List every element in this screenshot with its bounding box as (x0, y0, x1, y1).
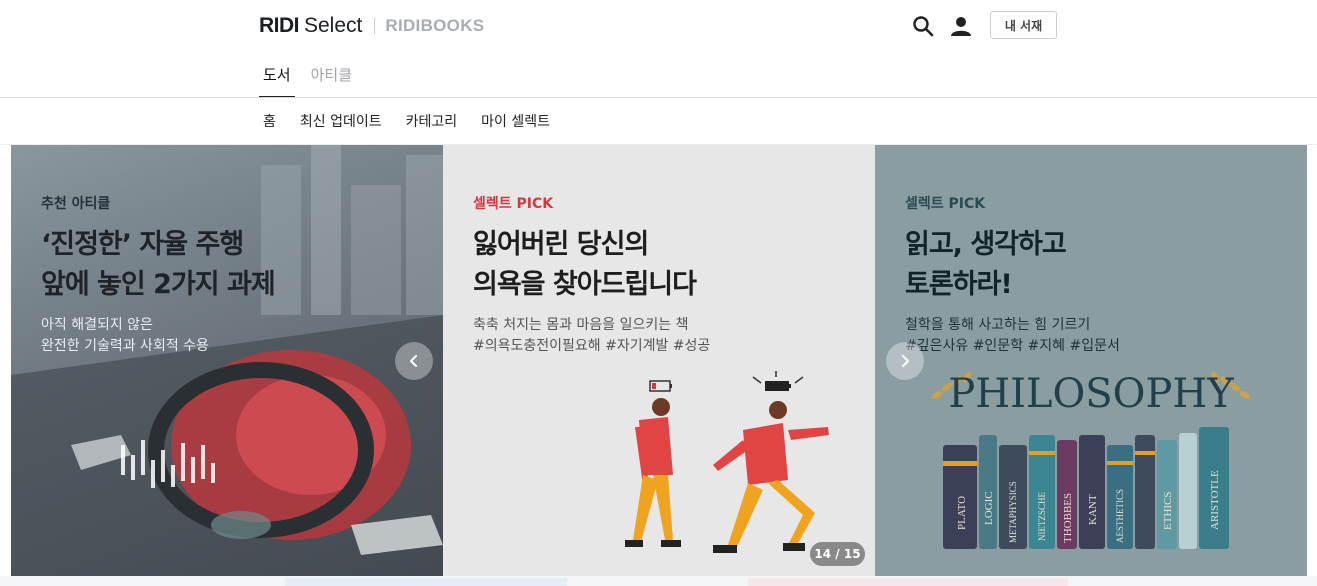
logo-ridi-text: RIDI (259, 14, 300, 37)
slide-eyebrow: 셀렉트 PICK (905, 196, 986, 212)
book-spines (943, 427, 1229, 549)
headline-line-2: 토론하라! (905, 269, 1013, 300)
slide-headline: ‘진정한’ 자율 주행 앞에 놓인 2가지 과제 (41, 225, 276, 305)
headline-line-1: ‘진정한’ 자율 주행 (41, 229, 244, 260)
top-bar: RIDI Select RIDIBOOKS 내 서재 (0, 0, 1317, 52)
carousel-slide-philosophy-pick[interactable]: PHILOSOPHY PLATO LOGIC METAPHYSICS NIETZ… (875, 145, 1307, 576)
tab-articles[interactable]: 아티클 (307, 52, 356, 98)
slide-eyebrow: 추천 아티클 (41, 196, 111, 212)
spine-thobbes: THOBBES (1062, 493, 1074, 543)
carousel-slide-motivation-pick[interactable]: 셀렉트 PICK 잃어버린 당신의 의욕을 찾아드립니다 축축 처지는 몸과 마… (443, 145, 875, 576)
slide-eyebrow: 셀렉트 PICK (473, 196, 554, 212)
slide-headline: 읽고, 생각하고 토론하라! (905, 225, 1067, 305)
headline-line-1: 읽고, 생각하고 (905, 229, 1067, 260)
sub-navigation: 홈 최신 업데이트 카테고리 마이 셀렉트 (263, 98, 574, 144)
chevron-right-icon (902, 355, 909, 367)
desc-line-1: 철학을 통해 사고하는 힘 기르기 (905, 317, 1091, 333)
slide-description: 축축 처지는 몸과 마음을 일으키는 책 #의욕도충전이필요해 #자기계발 #성… (473, 315, 710, 357)
ridibooks-link[interactable]: RIDIBOOKS (385, 16, 484, 36)
spine-kant: KANT (1087, 494, 1099, 525)
philosophy-art-title: PHILOSOPHY (948, 371, 1234, 417)
tab-books[interactable]: 도서 (259, 52, 295, 98)
subnav-categories[interactable]: 카테고리 (406, 111, 458, 131)
headline-line-2: 앞에 놓인 2가지 과제 (41, 269, 276, 300)
carousel-slide-article[interactable]: 추천 아티클 ‘진정한’ 자율 주행 앞에 놓인 2가지 과제 아직 해결되지 … (11, 145, 443, 576)
desc-line-2: #깊은사유 #인문학 #지혜 #입문서 (905, 338, 1120, 354)
desc-line-2: #의욕도충전이필요해 #자기계발 #성공 (473, 338, 711, 354)
carousel-counter: 14 / 15 (810, 542, 865, 566)
subnav-latest-updates[interactable]: 최신 업데이트 (300, 111, 382, 131)
search-icon[interactable] (911, 14, 935, 38)
main-tabs: 도서 아티클 (259, 52, 368, 98)
slide-headline: 잃어버린 당신의 의욕을 찾아드립니다 (473, 225, 697, 305)
spine-metaphysics: METAPHYSICS (1008, 481, 1018, 543)
subnav-home[interactable]: 홈 (263, 111, 276, 131)
ridi-select-logo[interactable]: RIDI Select RIDIBOOKS (259, 14, 484, 38)
carousel-next-button[interactable] (886, 342, 924, 380)
logo-divider (374, 18, 376, 34)
spine-ethics: ETHICS (1162, 492, 1174, 531)
tab-divider (0, 97, 1317, 98)
spine-logic: LOGIC (983, 491, 995, 525)
desc-line-1: 아직 해결되지 않은 (41, 317, 153, 333)
preview-card-2 (748, 578, 1068, 586)
spine-nietzsche: NIETZSCHE (1037, 492, 1047, 541)
headline-line-1: 잃어버린 당신의 (473, 229, 649, 260)
desc-line-1: 축축 처지는 몸과 마음을 일으키는 책 (473, 317, 689, 333)
user-icon[interactable] (949, 14, 973, 38)
banner-carousel: 추천 아티클 ‘진정한’ 자율 주행 앞에 놓인 2가지 과제 아직 해결되지 … (11, 145, 1307, 576)
slide-description: 철학을 통해 사고하는 힘 기르기 #깊은사유 #인문학 #지혜 #입문서 (905, 315, 1120, 357)
spine-aristotle: ARISTOTLE (1209, 470, 1221, 530)
slide-description: 아직 해결되지 않은 완전한 기술력과 사회적 수용 (41, 315, 209, 357)
logo-select-text: Select (304, 14, 363, 37)
headline-line-2: 의욕을 찾아드립니다 (473, 269, 697, 300)
spine-plato: PLATO (956, 496, 968, 530)
spine-aesthetics: AESTHETICS (1115, 489, 1125, 543)
chevron-left-icon (410, 355, 417, 367)
next-section-preview (0, 576, 1317, 586)
my-library-button[interactable]: 내 서재 (990, 11, 1057, 39)
desc-line-2: 완전한 기술력과 사회적 수용 (41, 338, 209, 354)
preview-card-1 (285, 578, 567, 586)
subnav-my-select[interactable]: 마이 셀렉트 (481, 111, 550, 131)
carousel-prev-button[interactable] (395, 342, 433, 380)
